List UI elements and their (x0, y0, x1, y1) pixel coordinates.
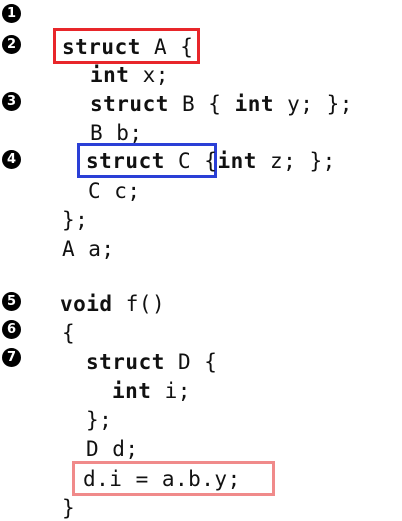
keyword: int (112, 379, 152, 403)
code-line-a-a: A a; (62, 237, 115, 261)
code-line-d-d: D d; (86, 437, 139, 461)
code-text: C { (164, 149, 218, 173)
code-line-struct-d: struct D { (86, 349, 217, 375)
step-marker-4: 4 (2, 150, 21, 169)
code-line-close-struct-a: }; (62, 208, 89, 232)
keyword: int (217, 149, 257, 173)
step-marker-2: 2 (2, 35, 21, 54)
code-line-struct-c: struct C {int z; }; (86, 148, 336, 174)
code-line-struct-b: struct B { int y; }; (90, 91, 353, 117)
code-line-close-struct-d: }; (86, 408, 113, 432)
keyword: int (234, 92, 275, 116)
keyword: void (60, 292, 113, 316)
step-marker-1: 1 (2, 4, 21, 23)
code-text: y; }; (274, 92, 353, 116)
code-text: z; }; (256, 149, 336, 173)
step-marker-5: 5 (2, 292, 21, 311)
step-marker-7: 7 (2, 348, 21, 367)
code-line-int-x: int x; (90, 62, 169, 88)
code-line-void-f: void f() (60, 291, 165, 317)
code-line-c-c: C c; (88, 179, 141, 203)
step-marker-6: 6 (2, 320, 21, 339)
code-line-b-b: B b; (90, 121, 143, 145)
code-text: A { (140, 35, 194, 59)
code-line-assignment: d.i = a.b.y; (83, 467, 241, 491)
code-line-open-brace: { (62, 321, 76, 345)
code-text: f() (112, 292, 166, 316)
code-text: D { (164, 350, 218, 374)
code-line-struct-a: struct A { (62, 34, 193, 60)
code-text: i; (151, 379, 191, 403)
code-line-int-i: int i; (112, 378, 191, 404)
keyword: struct (86, 149, 165, 173)
code-text: B { (168, 92, 235, 116)
keyword: struct (62, 35, 141, 59)
code-line-close-brace: } (62, 496, 76, 520)
keyword: struct (86, 350, 165, 374)
code-text: x; (129, 63, 169, 87)
step-marker-3: 3 (2, 92, 21, 111)
keyword: int (90, 63, 130, 87)
keyword: struct (90, 92, 169, 116)
